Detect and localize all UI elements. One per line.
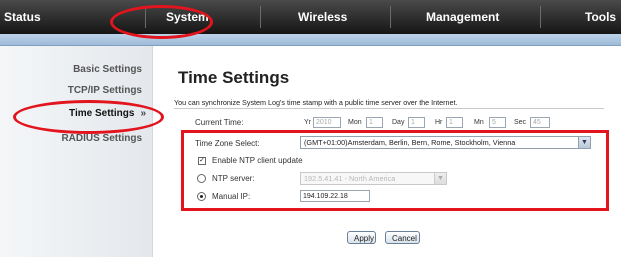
sidebar-item-basic-settings[interactable]: Basic Settings — [73, 64, 142, 75]
day-input[interactable] — [408, 117, 425, 128]
nav-management[interactable]: Management — [426, 10, 499, 24]
current-time-label: Current Time: — [195, 118, 244, 127]
sidebar-item-label: Basic Settings — [73, 64, 142, 75]
annotation-box-ntp-settings — [181, 130, 609, 211]
sub-navigation-bar — [0, 34, 621, 46]
nav-wireless[interactable]: Wireless — [298, 10, 347, 24]
month-label: Mon — [348, 119, 362, 126]
apply-button[interactable]: Apply — [347, 231, 376, 244]
sidebar-item-tcpip-settings[interactable]: TCP/IP Settings — [68, 85, 142, 96]
sidebar-item-radius-settings[interactable]: RADIUS Settings — [61, 133, 142, 144]
top-navigation: Status System Wireless Management Tools — [0, 0, 621, 34]
nav-tools[interactable]: Tools — [585, 10, 616, 24]
year-input[interactable] — [313, 117, 341, 128]
nav-divider — [260, 6, 261, 28]
page-description: You can synchronize System Log's time st… — [174, 98, 458, 107]
divider — [174, 108, 604, 109]
nav-divider — [540, 6, 541, 28]
hour-label: Hr — [435, 119, 443, 126]
nav-status[interactable]: Status — [4, 10, 41, 24]
second-input[interactable] — [530, 117, 550, 128]
sidebar-item-label: RADIUS Settings — [61, 133, 142, 144]
nav-divider — [390, 6, 391, 28]
second-label: Sec — [514, 119, 527, 126]
month-input[interactable] — [366, 117, 383, 128]
minute-label: Mn — [474, 119, 484, 126]
sidebar: Basic Settings TCP/IP Settings Time Sett… — [0, 46, 153, 257]
annotation-ellipse-time-settings — [13, 100, 164, 134]
annotation-ellipse-system — [110, 5, 213, 39]
hour-input[interactable] — [446, 117, 463, 128]
page-title: Time Settings — [178, 68, 290, 87]
day-label: Day — [392, 119, 405, 126]
cancel-button[interactable]: Cancel — [385, 231, 420, 244]
minute-input[interactable] — [489, 117, 506, 128]
sidebar-item-label: TCP/IP Settings — [67, 85, 142, 96]
year-label: Yr — [304, 119, 311, 126]
